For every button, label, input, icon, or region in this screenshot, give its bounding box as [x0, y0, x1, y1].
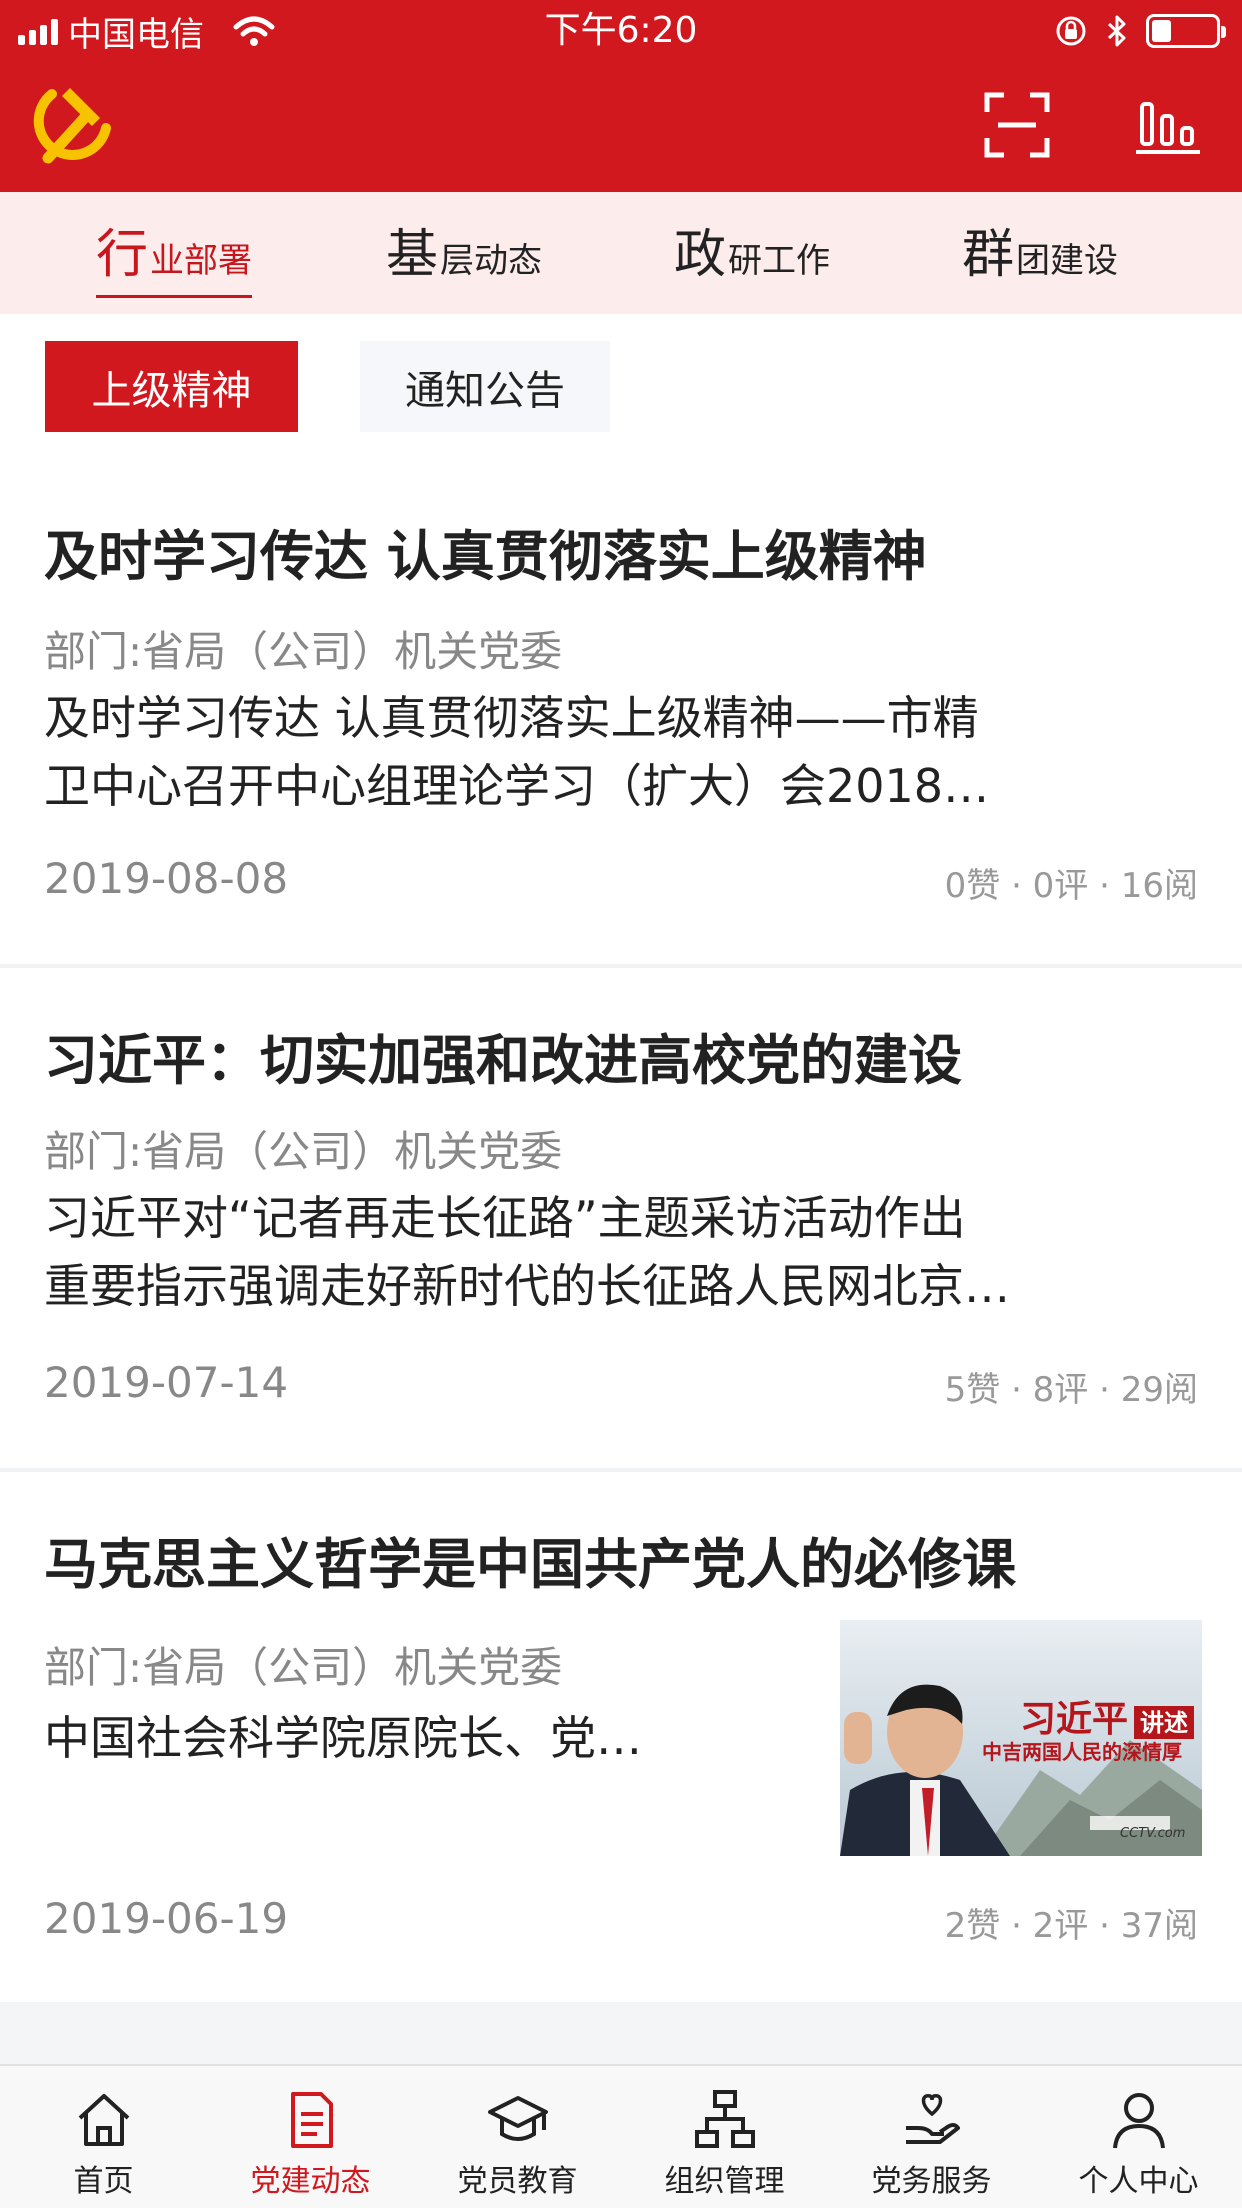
document-icon	[290, 2092, 333, 2148]
home-icon	[78, 2094, 129, 2146]
status-left: 中国电信	[18, 8, 276, 55]
tab-label: 个人中心	[1078, 2164, 1199, 2199]
tab-personal-center[interactable]: 个人中心	[1035, 2066, 1242, 2208]
article-date: 2019-06-19	[44, 1894, 289, 1943]
thumbnail-subline: 中吉两国人民的深情厚	[982, 1740, 1182, 1764]
article-card[interactable]: 习近平：切实加强和改进高校党的建设 部门:省局（公司）机关党委 习近平对“记者再…	[0, 968, 1242, 1468]
category-tab-policy[interactable]: 政研工作	[674, 212, 830, 298]
tab-first-char: 政	[674, 225, 727, 285]
article-department: 部门:省局（公司）机关党委	[44, 1643, 563, 1692]
thumbnail-headline-text: 习近平	[1020, 1698, 1129, 1740]
tab-home[interactable]: 首页	[0, 2066, 207, 2208]
status-bar: 中国电信 下午6:20	[0, 0, 1242, 62]
article-stats: 5赞 · 8评 · 29阅	[944, 1370, 1198, 1410]
article-summary: 中国社会科学院原院长、党…	[44, 1704, 642, 1772]
summary-line: 中国社会科学院原院长、党…	[44, 1711, 642, 1765]
thumbnail-headline: 习近平 讲述	[1020, 1690, 1195, 1742]
category-tab-industry[interactable]: 行业部署	[96, 212, 253, 298]
tab-first-char: 群	[962, 225, 1015, 285]
list-bottom-spacer	[0, 2002, 1242, 2064]
bottom-tab-bar: 首页 党建动态 党员教育 组织管理 党务服务 个人中心	[0, 2064, 1242, 2208]
tab-label: 组织管理	[664, 2164, 785, 2199]
tab-label: 首页	[73, 2164, 134, 2199]
tab-label: 党建动态	[250, 2164, 371, 2199]
subtab-superior-spirit[interactable]: 上级精神	[45, 341, 298, 432]
battery-icon	[1146, 14, 1226, 48]
category-tab-grassroots[interactable]: 基层动态	[386, 212, 542, 298]
tab-label: 党务服务	[871, 2164, 992, 2199]
tab-organization[interactable]: 组织管理	[621, 2066, 828, 2208]
carrier-label: 中国电信	[68, 14, 204, 55]
article-department: 部门:省局（公司）机关党委	[44, 1127, 563, 1176]
category-tabs: 行业部署 基层动态 政研工作 群团建设	[0, 192, 1242, 314]
summary-line: 重要指示强调走好新时代的长征路人民网北京…	[44, 1259, 1010, 1313]
article-title[interactable]: 及时学习传达 认真贯彻落实上级精神	[44, 512, 927, 591]
signal-icon	[18, 17, 58, 45]
bluetooth-icon	[1107, 15, 1126, 47]
tab-label: 党员教育	[457, 2164, 578, 2199]
article-date: 2019-07-14	[44, 1358, 289, 1407]
tab-rest-label: 研工作	[728, 241, 831, 281]
thumbnail-watermark: CCTV.com	[1120, 1826, 1186, 1841]
wifi-icon	[233, 16, 275, 46]
graduation-cap-icon	[487, 2096, 548, 2141]
article-stats: 2赞 · 2评 · 37阅	[944, 1906, 1198, 1946]
scan-icon[interactable]	[984, 92, 1050, 158]
article-department: 部门:省局（公司）机关党委	[44, 627, 563, 676]
tab-first-char: 行	[96, 225, 149, 285]
app-header	[0, 62, 1242, 192]
person-icon	[1112, 2093, 1165, 2149]
category-tab-mass[interactable]: 群团建设	[962, 212, 1118, 298]
article-title[interactable]: 习近平：切实加强和改进高校党的建设	[44, 1016, 962, 1095]
article-thumbnail[interactable]: 习近平 讲述 中吉两国人民的深情厚 CCTV.com	[840, 1620, 1202, 1856]
orientation-lock-icon	[1056, 16, 1086, 46]
summary-line: 习近平对“记者再走长征路”主题采访活动作出	[44, 1191, 966, 1245]
article-date: 2019-08-08	[44, 854, 289, 903]
tab-party-service[interactable]: 党务服务	[828, 2066, 1035, 2208]
article-card[interactable]: 及时学习传达 认真贯彻落实上级精神 部门:省局（公司）机关党委 及时学习传达 认…	[0, 440, 1242, 964]
article-title[interactable]: 马克思主义哲学是中国共产党人的必修课	[44, 1520, 1016, 1599]
hammer-sickle-icon	[33, 88, 111, 164]
tab-member-education[interactable]: 党员教育	[414, 2066, 621, 2208]
summary-line: 卫中心召开中心组理论学习（扩大）会2018…	[44, 759, 990, 813]
status-right	[1054, 8, 1226, 54]
article-summary: 习近平对“记者再走长征路”主题采访活动作出 重要指示强调走好新时代的长征路人民网…	[44, 1184, 1010, 1320]
article-summary: 及时学习传达 认真贯彻落实上级精神——市精 卫中心召开中心组理论学习（扩大）会2…	[44, 684, 989, 820]
org-chart-icon	[694, 2090, 755, 2148]
summary-line: 及时学习传达 认真贯彻落实上级精神——市精	[44, 691, 979, 745]
article-stats: 0赞 · 0评 · 16阅	[944, 866, 1198, 906]
tab-first-char: 基	[386, 225, 439, 285]
bar-chart-icon[interactable]	[1136, 94, 1200, 156]
subtab-notices[interactable]: 通知公告	[360, 341, 610, 432]
thumbnail-tag: 讲述	[1134, 1706, 1195, 1739]
tab-rest-label: 业部署	[150, 241, 253, 281]
tab-rest-label: 团建设	[1016, 241, 1119, 281]
tab-rest-label: 层动态	[440, 241, 543, 281]
active-tab-underline	[96, 295, 253, 298]
heart-hand-icon	[905, 2094, 960, 2144]
tab-party-news[interactable]: 党建动态	[207, 2066, 414, 2208]
